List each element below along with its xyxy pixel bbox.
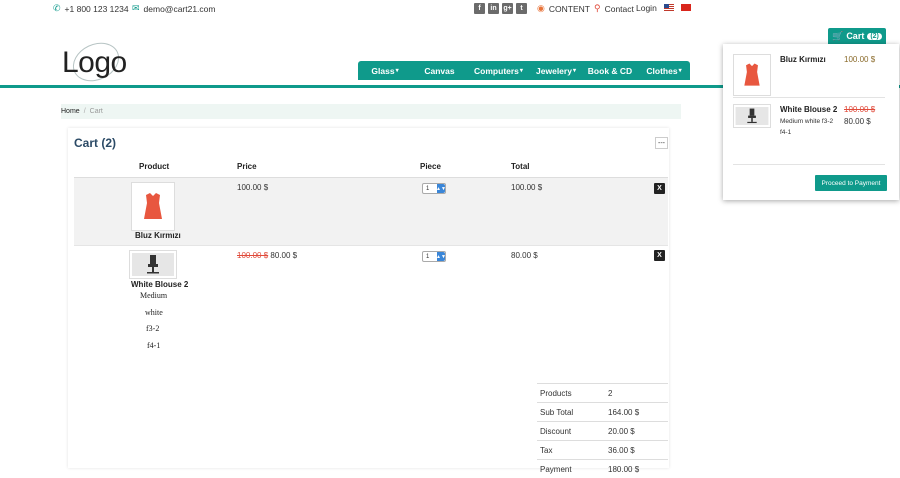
chevron-down-icon: ▲▼ xyxy=(436,252,446,261)
summary-row: Tax 36.00 $ xyxy=(537,440,668,459)
envelope-icon: ✉ xyxy=(132,3,140,13)
linkedin-icon[interactable]: in xyxy=(488,3,499,14)
phone-number: +1 800 123 1234 xyxy=(64,3,129,14)
mini-cart-thumbnail[interactable] xyxy=(733,54,771,96)
phone-icon: ✆ xyxy=(53,3,61,13)
mini-cart-item-price: 80.00 $ xyxy=(844,117,871,126)
product-price: 100.00 $ xyxy=(237,183,269,192)
proceed-to-payment-button[interactable]: Proceed to Payment xyxy=(815,175,887,191)
product-price: 100.00 $ 80.00 $ xyxy=(237,251,297,260)
quantity-select[interactable]: 1 ▲▼ xyxy=(422,251,446,262)
product-total: 100.00 $ xyxy=(511,183,543,192)
blouse-image xyxy=(744,63,760,86)
variant-color: white xyxy=(145,308,163,317)
delete-item-button[interactable]: X xyxy=(654,183,665,194)
chevron-down-icon: ▾ xyxy=(395,68,399,74)
delete-item-button[interactable]: X xyxy=(654,250,665,261)
google-plus-icon[interactable]: g+ xyxy=(502,3,513,14)
mini-cart-divider xyxy=(733,164,885,165)
old-price: 100.00 $ xyxy=(237,251,269,260)
nav-computers[interactable]: Computers ▾ xyxy=(467,61,530,80)
variant-option: f4-1 xyxy=(147,341,161,350)
product-total: 80.00 $ xyxy=(511,251,538,260)
chevron-down-icon: ▾ xyxy=(572,68,576,74)
nav-jewelery[interactable]: Jewelery ▾ xyxy=(530,61,582,80)
nav-canvas[interactable]: Canvas xyxy=(412,61,467,80)
contact-link[interactable]: ⚲ Contact xyxy=(594,3,634,14)
breadcrumb: Home / Cart xyxy=(61,104,681,119)
breadcrumb-current: Cart xyxy=(89,108,103,115)
cart-toggle-button[interactable]: 🛒 Cart (2) xyxy=(828,28,886,44)
mini-cart-old-price: 100.00 $ xyxy=(844,105,876,114)
content-link[interactable]: ◉ CONTENT xyxy=(537,3,590,14)
chevron-down-icon: ▾ xyxy=(519,68,523,74)
quantity-select[interactable]: 1 ▲▼ xyxy=(422,183,446,194)
nav-clothes[interactable]: Clothes ▾ xyxy=(638,61,690,80)
summary-row: Discount 20.00 $ xyxy=(537,421,668,440)
mini-cart-variant: Medium white f3-2 xyxy=(780,118,834,125)
blouse-image xyxy=(144,193,162,219)
logo[interactable]: Logo xyxy=(62,46,127,80)
new-price: 80.00 $ xyxy=(270,251,298,260)
tr-flag-icon[interactable] xyxy=(681,4,691,11)
product-name[interactable]: White Blouse 2 xyxy=(131,280,188,289)
mini-cart-thumbnail[interactable] xyxy=(733,104,771,128)
summary-row: Products 2 xyxy=(537,383,668,402)
chair-image xyxy=(132,253,174,276)
email-address: demo@cart21.com xyxy=(143,3,216,14)
product-thumbnail[interactable] xyxy=(129,250,177,279)
chevron-down-icon: ▾ xyxy=(678,68,682,74)
order-summary: Products 2 Sub Total 164.00 $ Discount 20.0… xyxy=(537,383,668,478)
email-contact[interactable]: ✉ demo@cart21.com xyxy=(132,3,215,14)
mini-cart-divider xyxy=(733,97,885,98)
product-name[interactable]: Bluz Kırmızı xyxy=(135,231,181,240)
chevron-down-icon: ▲▼ xyxy=(436,184,446,193)
collapse-button[interactable]: --- xyxy=(655,137,668,149)
nav-glass[interactable]: Glass ▾ xyxy=(358,61,412,80)
login-link[interactable]: Login xyxy=(636,3,657,13)
phone-contact[interactable]: ✆ +1 800 123 1234 xyxy=(53,3,129,14)
mini-cart-item-name[interactable]: Bluz Kırmızı xyxy=(780,55,826,64)
col-price: Price xyxy=(237,162,257,171)
twitter-icon[interactable]: t xyxy=(516,3,527,14)
cart-title: Cart (2) xyxy=(74,136,117,150)
us-flag-icon[interactable] xyxy=(664,4,674,11)
content-icon: ◉ xyxy=(537,3,545,13)
variant-option: f3-2 xyxy=(146,324,160,333)
facebook-icon[interactable]: f xyxy=(474,3,485,14)
main-nav: Glass ▾ Canvas Computers ▾ Jewelery ▾ Book … xyxy=(358,61,690,80)
nav-book-cd[interactable]: Book & CD xyxy=(582,61,638,80)
col-piece: Piece xyxy=(420,162,441,171)
chair-image xyxy=(735,107,769,125)
col-total: Total xyxy=(511,162,530,171)
cart-count-badge: (2) xyxy=(867,32,882,40)
mini-cart-variant: f4-1 xyxy=(780,129,792,136)
map-pin-icon: ⚲ xyxy=(594,3,601,13)
mini-cart-item-price: 100.00 $ xyxy=(844,55,876,64)
summary-row: Sub Total 164.00 $ xyxy=(537,402,668,421)
breadcrumb-home[interactable]: Home xyxy=(61,108,80,115)
summary-row: Payment 180.00 $ xyxy=(537,459,668,478)
mini-cart-item-name[interactable]: White Blouse 2 xyxy=(780,105,837,114)
col-product: Product xyxy=(139,162,170,171)
variant-size: Medium xyxy=(140,291,168,300)
cart-icon: 🛒 xyxy=(832,30,844,41)
product-thumbnail[interactable] xyxy=(131,182,175,231)
